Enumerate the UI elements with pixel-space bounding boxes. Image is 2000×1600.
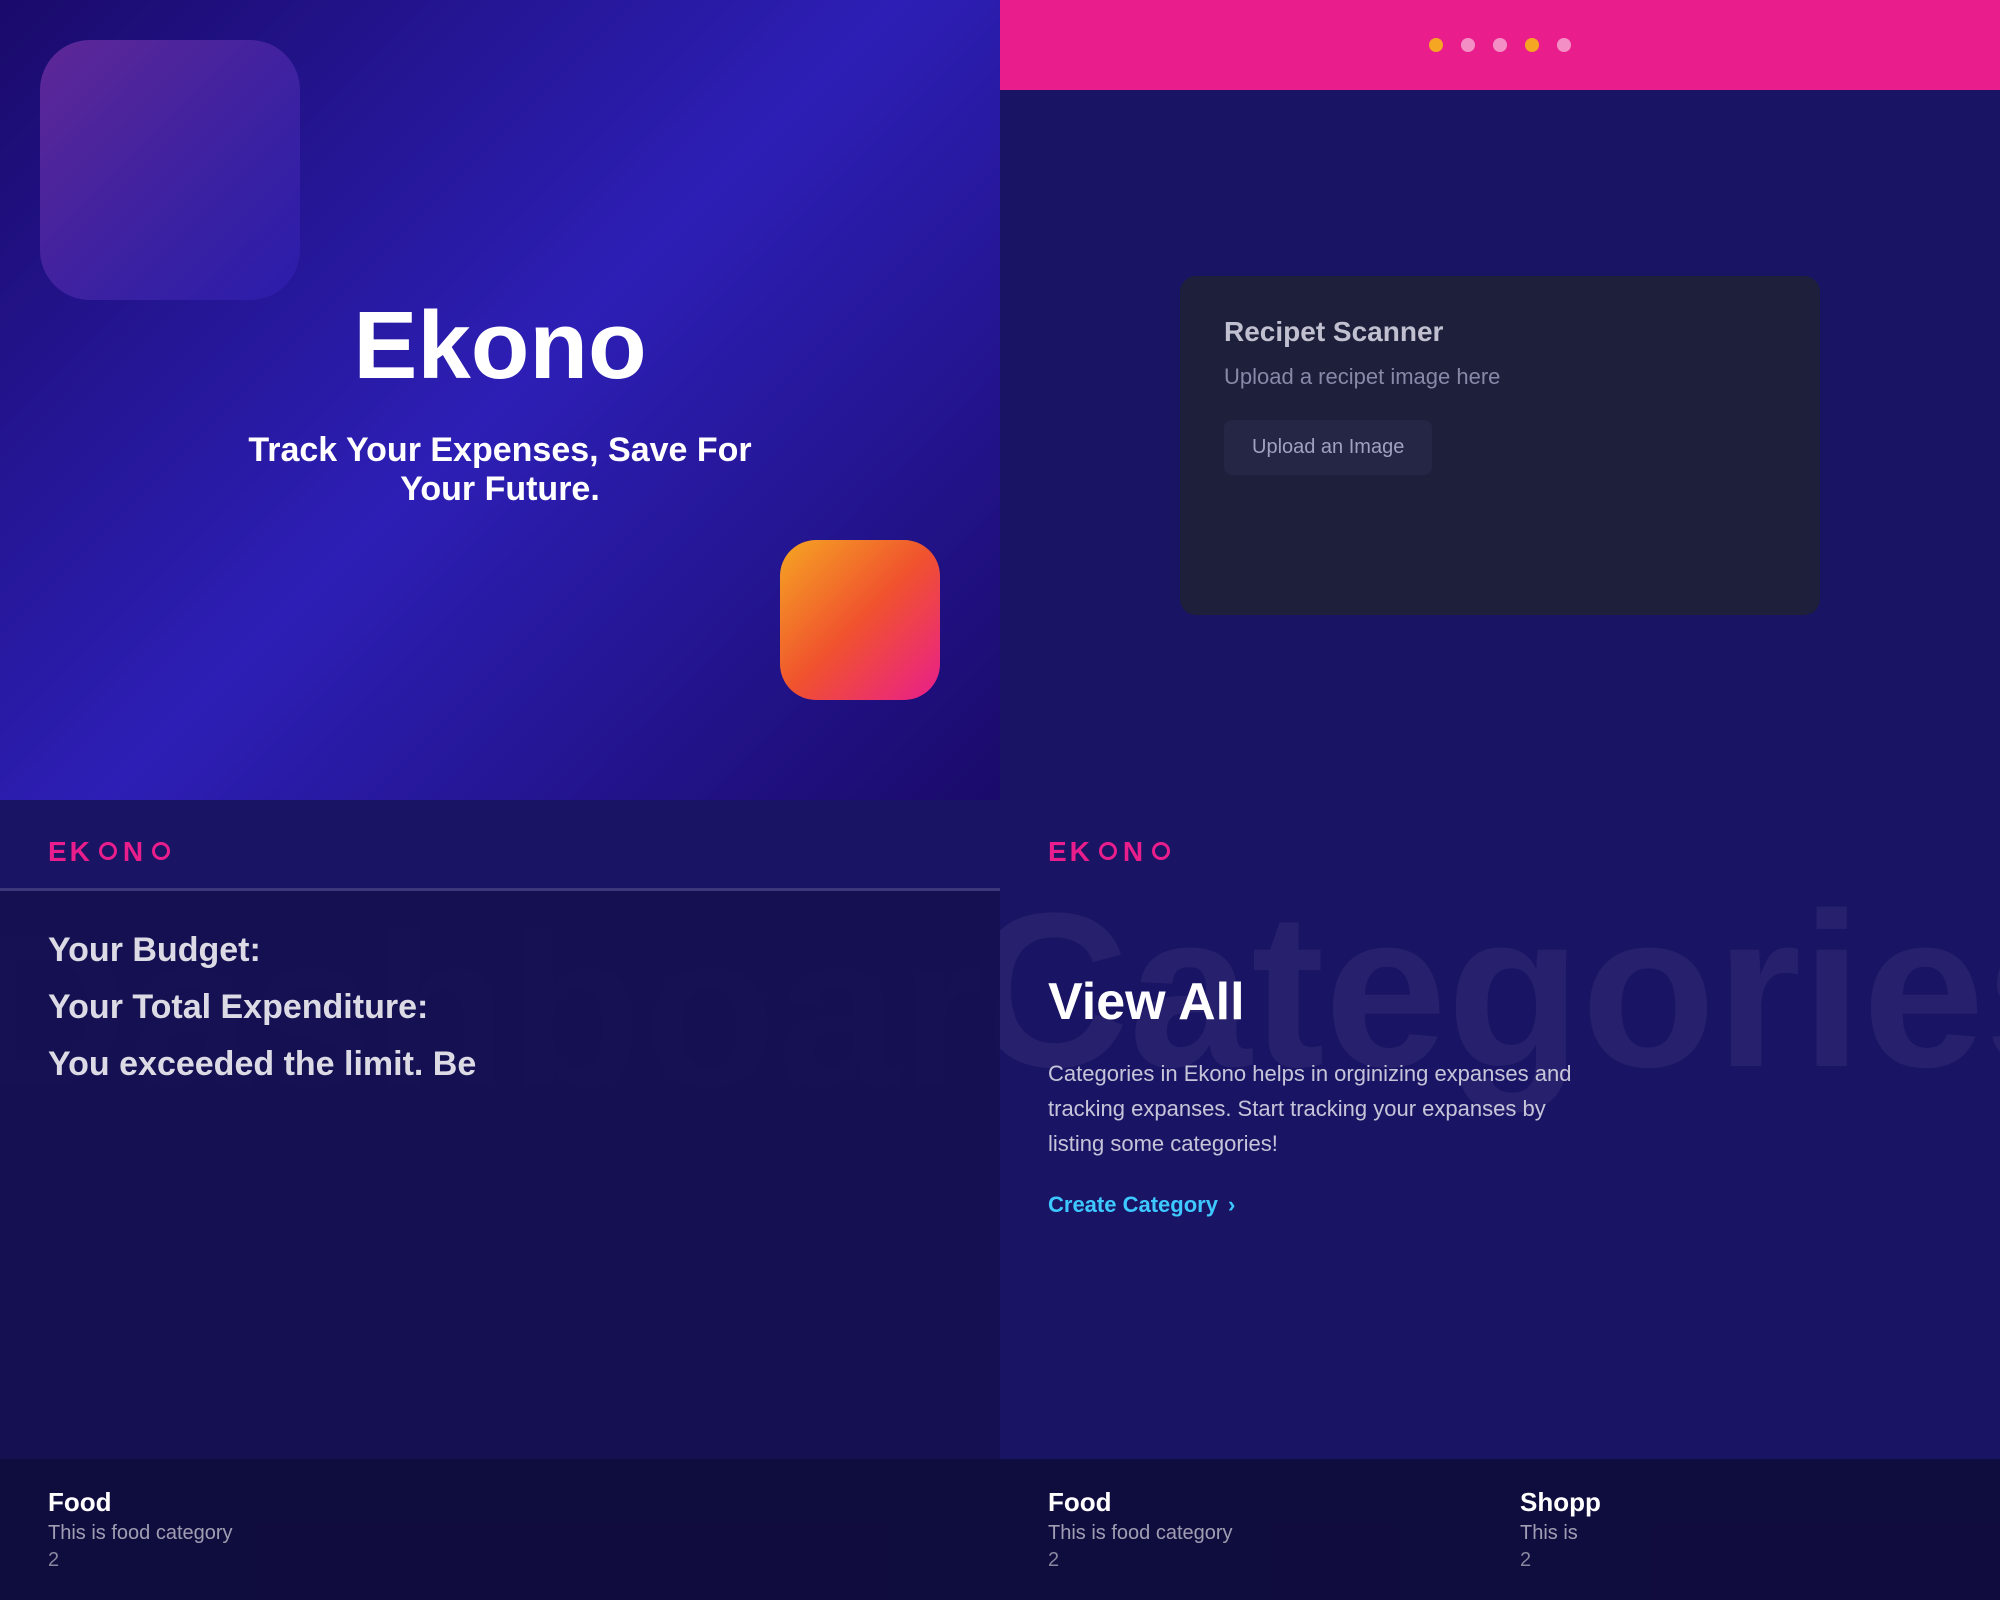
ekono-logo-q4: EK N (1048, 836, 1172, 868)
view-all-heading: View All (1048, 972, 1952, 1032)
scanner-empty-space (1224, 475, 1776, 575)
blob-decoration-large (40, 40, 300, 300)
logo-text-q4: EK (1048, 836, 1093, 868)
create-category-label: Create Category (1048, 1192, 1218, 1218)
cat-food-item: Food This is food category 2 (1048, 1487, 1480, 1572)
category-food-row: Food This is food category 2 (48, 1487, 952, 1572)
blob-decoration-small (780, 540, 940, 700)
cat-shopping-count: 2 (1520, 1549, 1952, 1572)
logo-text-q3b: N (123, 836, 146, 868)
category-food-info: Food This is food category 2 (48, 1487, 233, 1572)
scanner-title: Recipet Scanner (1224, 316, 1776, 348)
dot-2 (1461, 38, 1475, 52)
app-tagline: Track Your Expenses, Save For Your Futur… (240, 431, 760, 509)
chevron-right-icon: › (1228, 1192, 1235, 1218)
dot-3 (1493, 38, 1507, 52)
logo-circle-q3 (99, 842, 117, 860)
cat-shopping-name: Shopp (1520, 1487, 1952, 1518)
create-category-link[interactable]: Create Category › (1048, 1192, 1952, 1218)
upload-button[interactable]: Upload an Image (1224, 420, 1432, 475)
budget-section: Your Budget: Your Total Expenditure: You… (0, 891, 1000, 1459)
categories-bottom-bar: Food This is food category 2 Shopp This … (1000, 1459, 2000, 1600)
dashboard-header: EK N (0, 800, 1000, 888)
cat-food-count: 2 (1048, 1549, 1480, 1572)
cat-shopping-item: Shopp This is 2 (1520, 1487, 1952, 1572)
dot-5 (1557, 38, 1571, 52)
category-food-count: 2 (48, 1549, 233, 1572)
cat-food-desc: This is food category (1048, 1522, 1480, 1545)
top-bar (1000, 0, 2000, 90)
ekono-logo-q3: EK N (48, 836, 172, 868)
category-food-name: Food (48, 1487, 233, 1518)
logo-circle-q3b (152, 842, 170, 860)
categories-section: EK N Categories View All Categories in E… (1000, 800, 2000, 1600)
scanner-card: Recipet Scanner Upload a recipet image h… (1180, 276, 1820, 615)
scanner-body: Recipet Scanner Upload a recipet image h… (1000, 90, 2000, 800)
budget-label: Your Budget: (48, 931, 952, 970)
cat-food-name: Food (1048, 1487, 1480, 1518)
hero-section: Ekono Track Your Expenses, Save For Your… (0, 0, 1000, 800)
dot-4 (1525, 38, 1539, 52)
dashboard-section: EK N Dashboard Your Budget: Your Total E… (0, 800, 1000, 1600)
scanner-subtitle: Upload a recipet image here (1224, 364, 1776, 390)
cat-shopping-desc: This is (1520, 1522, 1952, 1545)
warning-label: You exceeded the limit. Be (48, 1045, 952, 1084)
logo-text-q4b: N (1123, 836, 1146, 868)
categories-header: EK N (1048, 836, 1952, 868)
logo-circle-q4 (1099, 842, 1117, 860)
expenditure-label: Your Total Expenditure: (48, 988, 952, 1027)
dashboard-bottom-bar: Food This is food category 2 (0, 1459, 1000, 1600)
receipt-scanner-section: Recipet Scanner Upload a recipet image h… (1000, 0, 2000, 800)
logo-circle-q4b (1152, 842, 1170, 860)
category-food-desc: This is food category (48, 1522, 233, 1545)
logo-text-q3: EK (48, 836, 93, 868)
app-name: Ekono (353, 291, 646, 401)
dot-1 (1429, 38, 1443, 52)
categories-description: Categories in Ekono helps in orginizing … (1048, 1056, 1608, 1162)
